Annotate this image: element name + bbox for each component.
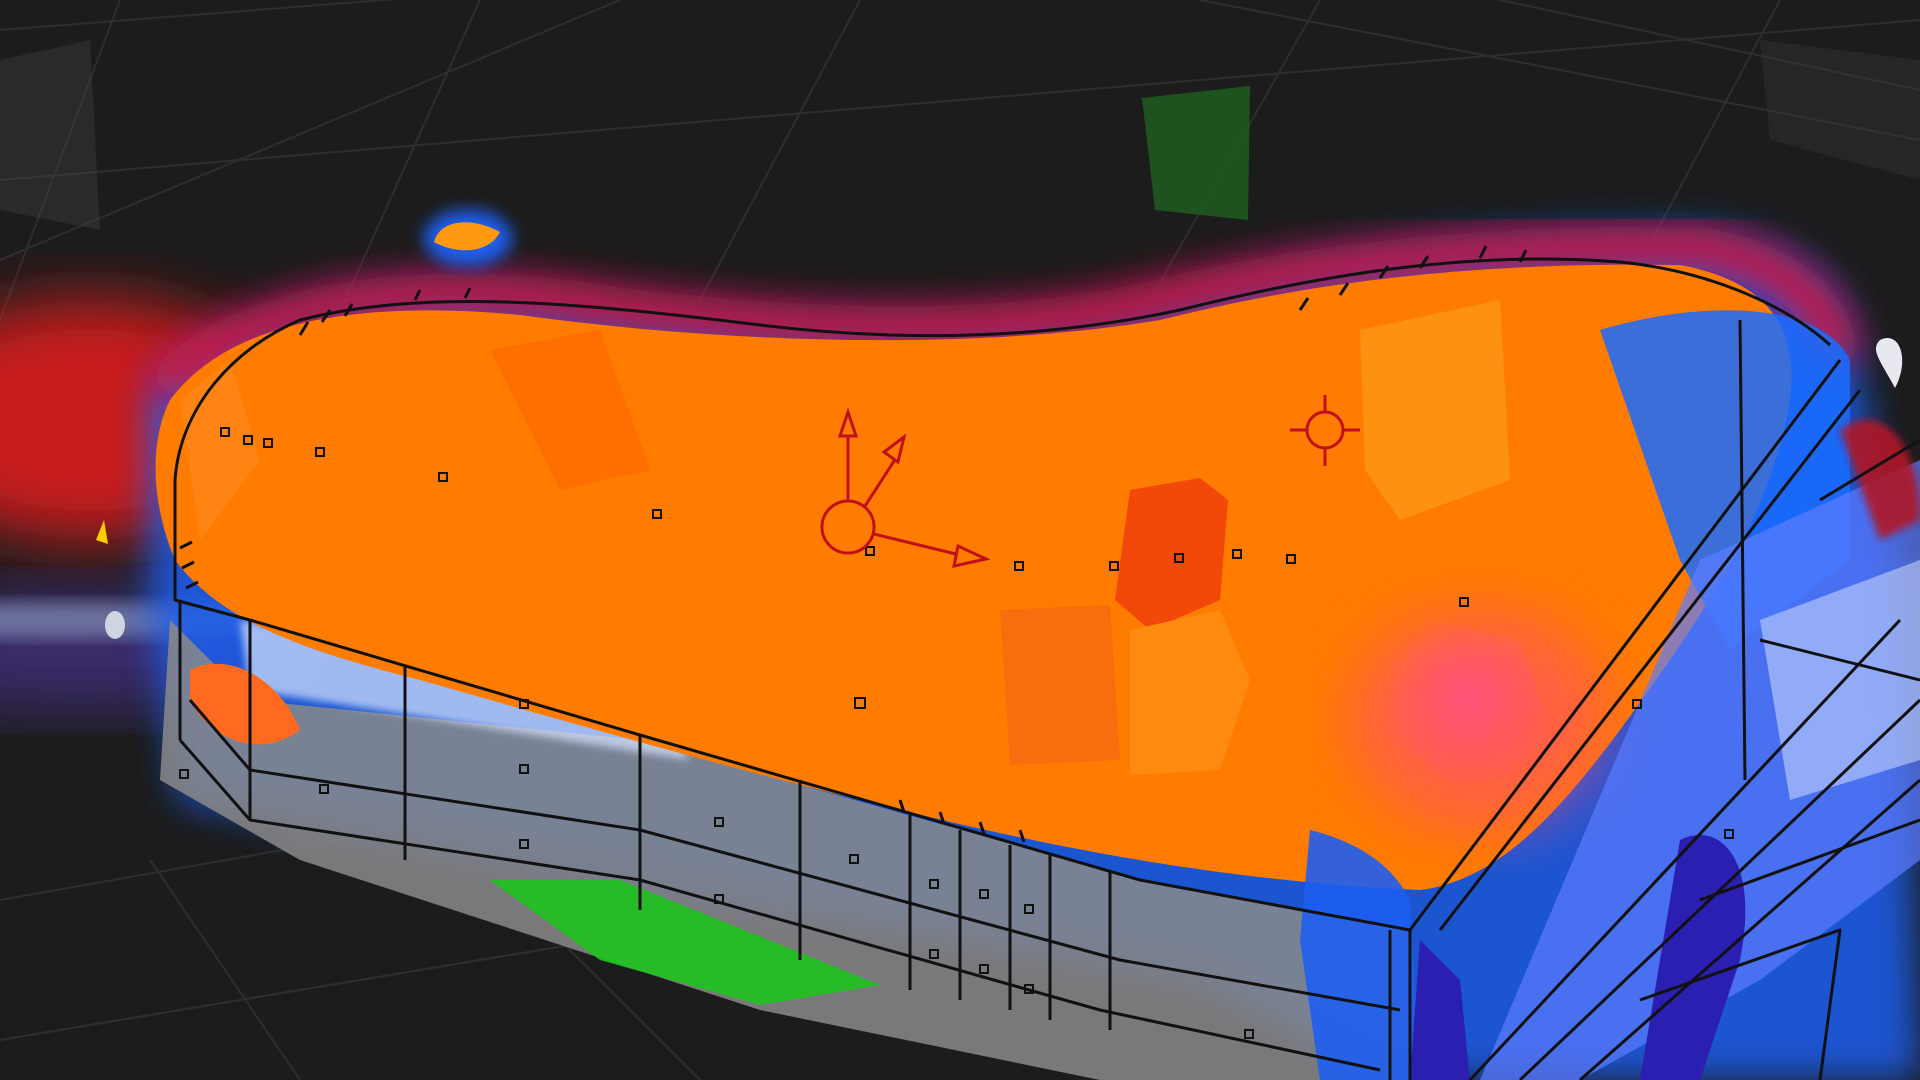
viewport-canvas[interactable] — [0, 0, 1920, 1080]
3d-viewport[interactable] — [0, 0, 1920, 1080]
background-ghost-mesh — [0, 40, 1920, 230]
green-plane — [1142, 86, 1250, 220]
heatmap-top-blob — [424, 210, 512, 266]
